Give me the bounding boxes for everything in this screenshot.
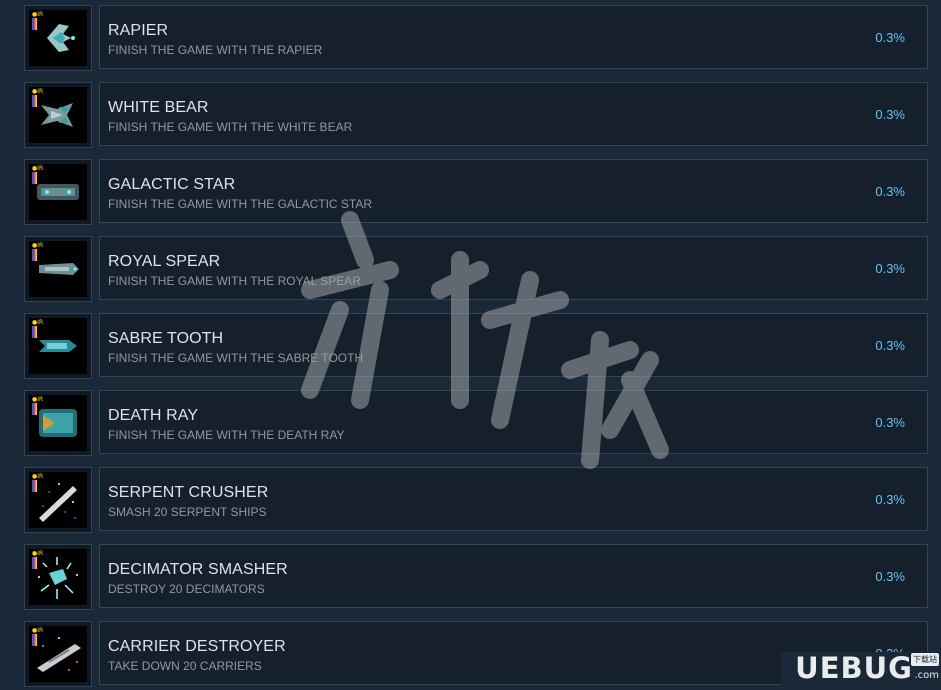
achievement-row[interactable]: ●IR DEATH RAY FINISH THE GAME WITH THE D… xyxy=(24,390,929,456)
achievement-description: TAKE DOWN 20 CARRIERS xyxy=(108,659,262,673)
achievement-percent: 0.3% xyxy=(875,30,905,45)
serpent-crusher-icon xyxy=(39,483,77,522)
achievement-percent: 0.3% xyxy=(875,107,905,122)
achievement-icon-frame: ●IR xyxy=(24,621,92,687)
ribbon-icon xyxy=(32,480,37,492)
achievement-title: SABRE TOOTH xyxy=(108,330,224,347)
achievement-title: DEATH RAY xyxy=(108,407,199,424)
achievement-title: WHITE BEAR xyxy=(108,99,209,116)
achievement-card: GALACTIC STAR FINISH THE GAME WITH THE G… xyxy=(99,159,928,223)
achievement-card: SERPENT CRUSHER SMASH 20 SERPENT SHIPS 0… xyxy=(99,467,928,531)
achievement-row[interactable]: ●IR RAPIER FINISH THE GAME WITH THE RAPI… xyxy=(24,5,929,71)
sabre-tooth-ship-icon xyxy=(39,340,77,352)
achievement-title: DECIMATOR SMASHER xyxy=(108,561,288,578)
logo-text: UEBUG xyxy=(795,651,913,685)
ribbon-icon xyxy=(32,172,37,184)
achievement-title: CARRIER DESTROYER xyxy=(108,638,286,655)
achievement-description: DESTROY 20 DECIMATORS xyxy=(108,582,265,596)
achievement-description: SMASH 20 SERPENT SHIPS xyxy=(108,505,267,519)
logo-subtitle: 下载站 xyxy=(911,653,939,666)
rapier-ship-icon xyxy=(47,24,75,52)
decimator-smasher-icon xyxy=(38,557,78,599)
achievement-icon-frame: ●IR xyxy=(24,5,92,71)
achievement-description: FINISH THE GAME WITH THE WHITE BEAR xyxy=(108,120,353,134)
achievement-description: FINISH THE GAME WITH THE SABRE TOOTH xyxy=(108,351,364,365)
achievement-row[interactable]: ●IR GALACTIC STAR FINISH THE GAME WITH T… xyxy=(24,159,929,225)
achievement-title: RAPIER xyxy=(108,22,169,39)
achievement-percent: 0.3% xyxy=(875,415,905,430)
achievement-icon-frame: ●IR xyxy=(24,159,92,225)
achievement-icon-frame: ●IR xyxy=(24,467,92,533)
achievement-percent: 0.3% xyxy=(875,261,905,276)
galactic-star-ship-icon xyxy=(37,184,79,200)
white-bear-ship-icon xyxy=(41,103,73,127)
site-logo: UEBUG 下载站 .com xyxy=(781,651,941,690)
achievement-card: SABRE TOOTH FINISH THE GAME WITH THE SAB… xyxy=(99,313,928,377)
achievement-card: WHITE BEAR FINISH THE GAME WITH THE WHIT… xyxy=(99,82,928,146)
achievement-card: RAPIER FINISH THE GAME WITH THE RAPIER 0… xyxy=(99,5,928,69)
achievement-title: SERPENT CRUSHER xyxy=(108,484,269,501)
ribbon-icon xyxy=(32,18,37,30)
royal-spear-ship-icon xyxy=(39,263,79,275)
achievement-row[interactable]: ●IR SERPENT CRUSHER SMASH 20 SERPENT SHI… xyxy=(24,467,929,533)
achievement-description: FINISH THE GAME WITH THE RAPIER xyxy=(108,43,323,57)
achievement-description: FINISH THE GAME WITH THE ROYAL SPEAR xyxy=(108,274,361,288)
death-ray-ship-icon xyxy=(39,409,77,437)
achievement-card: DECIMATOR SMASHER DESTROY 20 DECIMATORS … xyxy=(99,544,928,608)
logo-domain: .com xyxy=(914,670,939,681)
achievement-percent: 0.3% xyxy=(875,338,905,353)
achievement-row[interactable]: ●IR WHITE BEAR FINISH THE GAME WITH THE … xyxy=(24,82,929,148)
ribbon-icon xyxy=(32,326,37,338)
achievement-icon-frame: ●IR xyxy=(24,82,92,148)
achievement-icon-frame: ●IR xyxy=(24,544,92,610)
achievement-description: FINISH THE GAME WITH THE DEATH RAY xyxy=(108,428,345,442)
achievement-icon-frame: ●IR xyxy=(24,390,92,456)
achievement-description: FINISH THE GAME WITH THE GALACTIC STAR xyxy=(108,197,373,211)
achievement-percent: 0.3% xyxy=(875,184,905,199)
achievement-title: ROYAL SPEAR xyxy=(108,253,221,270)
achievement-row[interactable]: ●IR ROYAL SPEAR FINISH THE GAME WITH THE… xyxy=(24,236,929,302)
ribbon-icon xyxy=(32,95,37,107)
ribbon-icon xyxy=(32,249,37,261)
achievement-title: GALACTIC STAR xyxy=(108,176,236,193)
achievement-card: DEATH RAY FINISH THE GAME WITH THE DEATH… xyxy=(99,390,928,454)
achievement-percent: 0.3% xyxy=(875,569,905,584)
achievement-row[interactable]: ●IR SABRE TOOTH FINISH THE GAME WITH THE… xyxy=(24,313,929,379)
ribbon-icon xyxy=(32,403,37,415)
ribbon-icon xyxy=(32,634,37,646)
achievement-row[interactable]: ●IR DECIMATOR SMASHER DESTROY 20 DECIMAT… xyxy=(24,544,929,610)
achievement-card: ROYAL SPEAR FINISH THE GAME WITH THE ROY… xyxy=(99,236,928,300)
achievement-icon-frame: ●IR xyxy=(24,313,92,379)
achievement-icon-frame: ●IR xyxy=(24,236,92,302)
ribbon-icon xyxy=(32,557,37,569)
carrier-destroyer-icon xyxy=(37,637,81,672)
achievement-percent: 0.3% xyxy=(875,492,905,507)
